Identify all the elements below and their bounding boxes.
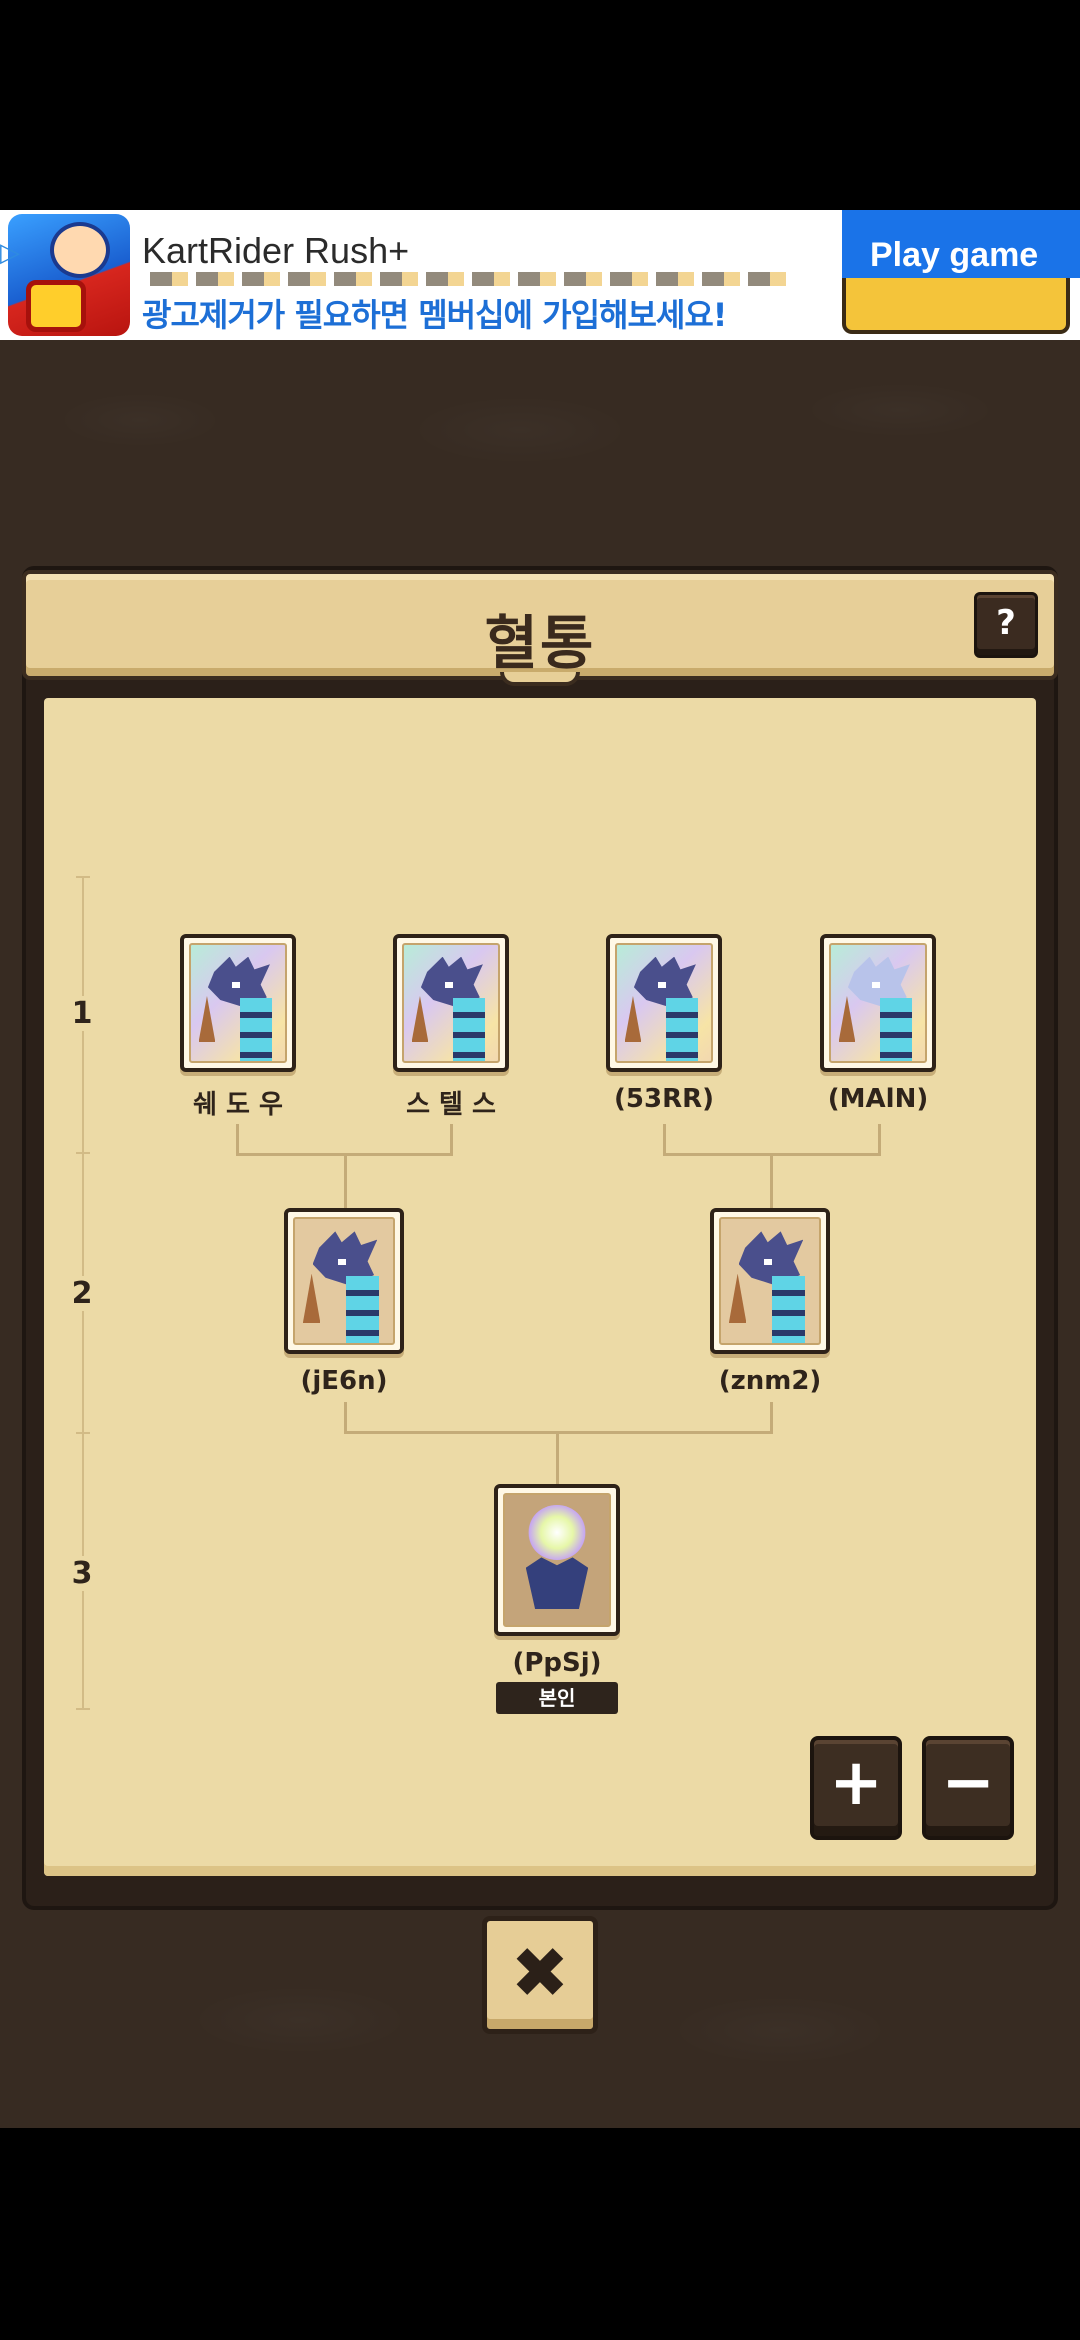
dragon-name-self: (PpSj) xyxy=(512,1648,602,1678)
dragon-card-je6n[interactable] xyxy=(284,1208,404,1354)
generation-label-3: 3 xyxy=(60,1556,104,1591)
dragon-card-shadow[interactable] xyxy=(180,934,296,1072)
dragon-name-5: (jE6n) xyxy=(300,1366,388,1396)
kartrider-app-icon[interactable] xyxy=(8,214,130,336)
dragon-neck xyxy=(345,1276,380,1343)
dragon-neck xyxy=(665,998,698,1061)
connector-line xyxy=(878,1124,881,1156)
dragon-name-6: (znm2) xyxy=(718,1366,822,1396)
dragon-portrait xyxy=(829,943,927,1063)
kartrider-face xyxy=(50,222,110,278)
dragon-eye xyxy=(872,982,880,988)
generation-label-1: 1 xyxy=(60,996,104,1031)
egg-icon xyxy=(525,1557,589,1610)
self-badge: 본인 xyxy=(496,1682,618,1714)
dragon-horn xyxy=(198,996,216,1043)
egg-glow xyxy=(527,1505,587,1560)
dragon-eye xyxy=(232,982,240,988)
dragon-portrait xyxy=(615,943,713,1063)
connector-line xyxy=(236,1124,239,1156)
ad-play-icon[interactable]: ▷ xyxy=(0,238,30,268)
dragon-name-3: (53RR) xyxy=(614,1084,714,1114)
ad-cta-yellow xyxy=(842,278,1070,334)
ad-subtitle[interactable]: 광고제거가 필요하면 멤버십에 가입해보세요! xyxy=(142,290,727,336)
dragon-card-ppsj-self[interactable] xyxy=(494,1484,620,1636)
dragon-eye xyxy=(764,1258,772,1265)
ruler-tick xyxy=(76,1432,90,1434)
ad-title[interactable]: KartRider Rush+ xyxy=(142,230,409,272)
connector-line xyxy=(344,1153,347,1209)
ad-cta-label[interactable]: Play game xyxy=(842,210,1080,278)
dragon-horn xyxy=(838,996,856,1043)
dragon-card-znm2[interactable] xyxy=(710,1208,830,1354)
help-button[interactable]: ? xyxy=(974,592,1038,658)
close-button[interactable]: ✖ xyxy=(482,1916,598,2034)
dragon-name-1: 쉐 도 우 xyxy=(193,1090,283,1120)
ruler-tick xyxy=(76,1708,90,1710)
dragon-portrait xyxy=(293,1217,395,1345)
dragon-neck xyxy=(879,998,912,1061)
zoom-in-button[interactable]: + xyxy=(810,1736,902,1840)
dragon-neck xyxy=(452,998,485,1061)
generation-label-2: 2 xyxy=(60,1276,104,1311)
dragon-horn xyxy=(624,996,642,1043)
connector-line xyxy=(663,1124,666,1156)
connector-line xyxy=(770,1402,773,1434)
dragon-eye xyxy=(445,982,453,988)
dragon-horn xyxy=(728,1273,747,1324)
dragon-portrait xyxy=(719,1217,821,1345)
ad-cta-button[interactable]: Play game xyxy=(842,210,1080,338)
dragon-name-4: (MAlN) xyxy=(827,1084,929,1114)
dragon-horn xyxy=(302,1273,321,1324)
dragon-card-stealth[interactable] xyxy=(393,934,509,1072)
dragon-portrait xyxy=(189,943,287,1063)
zoom-out-button[interactable]: − xyxy=(922,1736,1014,1840)
ad-banner[interactable]: ▷ KartRider Rush+ 광고제거가 필요하면 멤버십에 가입해보세요… xyxy=(0,210,1080,340)
dragon-eye xyxy=(658,982,666,988)
dragon-neck xyxy=(771,1276,806,1343)
dragon-neck xyxy=(239,998,272,1061)
dragon-eye xyxy=(338,1258,346,1265)
connector-line xyxy=(450,1124,453,1156)
dragon-card-53rr[interactable] xyxy=(606,934,722,1072)
kartrider-badge xyxy=(26,280,86,332)
dragon-name-2: 스 텔 스 xyxy=(406,1090,496,1120)
connector-line xyxy=(770,1153,773,1209)
ruler-tick xyxy=(76,1152,90,1154)
panel-title: 혈통 xyxy=(484,609,596,677)
dragon-card-main[interactable] xyxy=(820,934,936,1072)
status-area xyxy=(0,0,1080,210)
dragon-horn xyxy=(411,996,429,1043)
ruler-tick xyxy=(76,876,90,878)
connector-line xyxy=(556,1431,559,1487)
dragon-portrait xyxy=(402,943,500,1063)
egg-portrait xyxy=(503,1493,611,1627)
connector-line xyxy=(344,1402,347,1434)
navigation-area xyxy=(0,2128,1080,2340)
ad-hidden-text xyxy=(150,272,790,286)
